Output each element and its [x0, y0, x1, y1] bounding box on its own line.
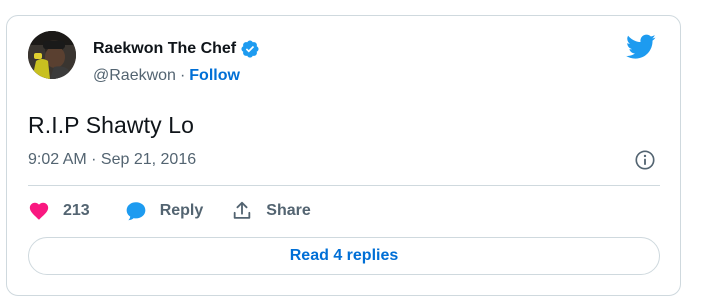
reply-button[interactable]: Reply	[125, 200, 204, 222]
avatar[interactable]	[28, 31, 76, 79]
author-name-row: Raekwon The Chef	[93, 37, 260, 61]
tweet-text: R.I.P Shawty Lo	[28, 112, 194, 138]
verified-badge-icon	[241, 40, 259, 58]
separator-dot: ·	[179, 67, 186, 84]
divider	[28, 185, 660, 186]
heart-icon	[29, 202, 49, 220]
action-bar: 213 Reply Share	[28, 199, 311, 223]
info-icon[interactable]	[634, 149, 656, 171]
author-display-name[interactable]: Raekwon The Chef	[93, 40, 236, 58]
author-handle-row: @Raekwon · Follow	[93, 65, 240, 87]
share-button[interactable]: Share	[231, 200, 311, 222]
follow-button[interactable]: Follow	[189, 67, 240, 85]
reply-label: Reply	[159, 202, 204, 219]
speech-bubble-icon	[126, 202, 146, 221]
author-handle[interactable]: @Raekwon	[93, 67, 176, 85]
tweet-timestamp[interactable]: 9:02 AM · Sep 21, 2016	[28, 151, 196, 169]
read-replies-button[interactable]: Read 4 replies	[28, 237, 660, 275]
share-label: Share	[266, 202, 311, 219]
like-button[interactable]: 213	[28, 200, 90, 222]
tweet-card: Raekwon The Chef @Raekwon · Follow R.I.P…	[6, 15, 681, 296]
like-count: 213	[63, 202, 90, 219]
twitter-bird-icon[interactable]	[626, 34, 656, 60]
share-icon	[234, 201, 251, 219]
